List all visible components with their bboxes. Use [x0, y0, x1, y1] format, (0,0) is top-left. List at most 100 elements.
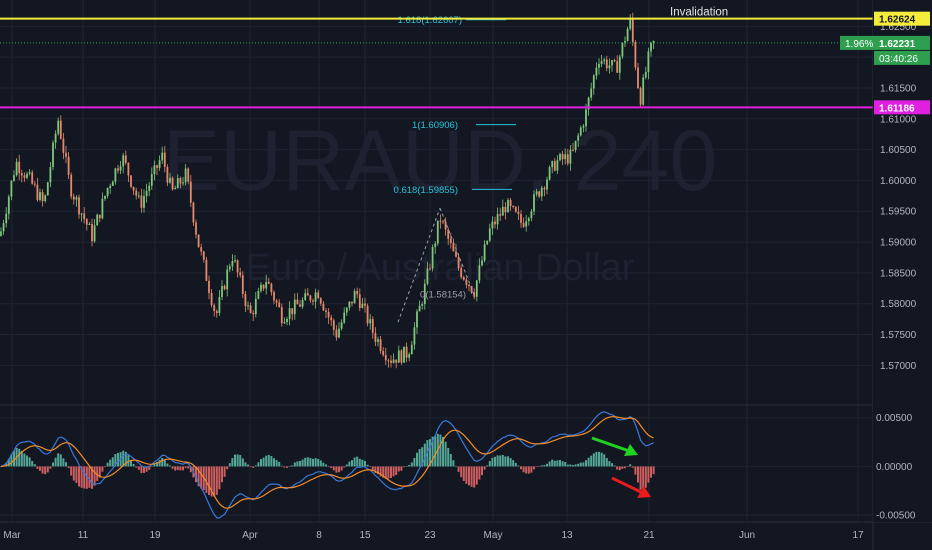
candle-body	[85, 219, 88, 225]
macd-histogram-bar	[605, 458, 608, 467]
candle-body	[564, 154, 567, 160]
candle-body	[124, 155, 127, 163]
candle-body	[2, 223, 5, 232]
macd-histogram-bar	[369, 466, 372, 468]
macd-histogram-bar	[366, 464, 369, 467]
price-tick-label: 1.58500	[880, 268, 917, 279]
candle-body	[132, 186, 135, 191]
candle-body	[119, 166, 122, 171]
candle-body	[41, 192, 44, 202]
candle-body	[322, 303, 325, 311]
macd-histogram-bar	[577, 463, 580, 467]
macd-histogram-bar	[275, 460, 278, 467]
candle-body	[231, 261, 234, 267]
macd-histogram-bar	[312, 458, 314, 467]
macd-histogram-bar	[410, 462, 413, 467]
chart-canvas[interactable]: EURAUD, 240 Euro / Australian Dollar 1.6…	[0, 0, 932, 550]
macd-histogram-bar	[512, 460, 515, 467]
candle-body	[332, 320, 335, 330]
macd-histogram-bar	[371, 466, 374, 470]
macd-histogram-bar	[93, 466, 96, 486]
macd-histogram-bar	[520, 466, 522, 470]
candle-body	[634, 41, 637, 68]
candle-body	[143, 196, 145, 208]
price-tick-label: 1.61500	[880, 83, 917, 94]
macd-histogram-bar	[582, 462, 585, 467]
macd-histogram-bar	[504, 456, 507, 467]
macd-histogram-bar	[600, 452, 603, 467]
macd-histogram-bar	[611, 463, 613, 467]
macd-histogram-bar	[150, 466, 153, 468]
macd-histogram-bar	[330, 466, 333, 469]
candle-body	[486, 240, 489, 245]
candle-body	[80, 213, 83, 215]
candle-body	[426, 268, 429, 284]
candle-body	[150, 174, 153, 186]
candle-body	[299, 304, 301, 307]
candle-body	[93, 225, 96, 242]
candle-body	[384, 355, 387, 361]
candle-body	[148, 185, 151, 191]
candle-body	[501, 206, 504, 216]
candle-body	[174, 188, 177, 190]
candle-body	[535, 191, 538, 195]
candle-body	[205, 259, 208, 281]
macd-histogram-bar	[338, 466, 340, 473]
macd-histogram-bar	[306, 457, 309, 467]
time-tick-label: 23	[424, 530, 436, 541]
macd-histogram-bar	[111, 457, 114, 467]
candle-body	[551, 161, 554, 168]
candle-body	[275, 300, 278, 303]
macd-histogram-bar	[478, 466, 481, 480]
macd-histogram-bar	[137, 466, 140, 470]
macd-histogram-bar	[33, 464, 36, 467]
macd-histogram-bar	[340, 466, 343, 471]
macd-histogram-bar	[140, 466, 143, 474]
macd-histogram-bar	[468, 466, 470, 486]
macd-histogram-bar	[182, 466, 184, 471]
candle-body	[379, 339, 382, 351]
macd-histogram-bar	[618, 466, 621, 471]
macd-histogram-bar	[559, 459, 561, 467]
candle-body	[540, 187, 543, 197]
macd-histogram-bar	[231, 458, 234, 467]
candle-body	[62, 138, 65, 153]
candle-body	[348, 301, 351, 308]
macd-histogram-bar	[400, 466, 403, 471]
candle-body	[273, 292, 275, 301]
candle-body	[327, 311, 330, 318]
candle-body	[517, 211, 520, 215]
candle-body	[270, 283, 273, 293]
macd-histogram-bar	[54, 457, 57, 467]
candle-body	[135, 190, 138, 196]
macd-histogram-bar	[46, 466, 49, 473]
macd-histogram-bar	[390, 466, 392, 479]
candle-body	[33, 183, 36, 185]
candle-body	[608, 65, 611, 69]
candle-body	[101, 198, 104, 219]
candle-body	[413, 327, 416, 345]
macd-histogram-bar	[249, 466, 252, 468]
macd-tick-label: 0.00000	[876, 462, 913, 473]
candle-body	[137, 195, 140, 197]
candle-body	[319, 298, 322, 304]
price-axis-background[interactable]	[873, 0, 932, 522]
time-tick-label: Apr	[242, 530, 258, 541]
macd-histogram-bar	[327, 466, 330, 468]
macd-histogram-bar	[561, 461, 564, 467]
candle-body	[559, 153, 561, 161]
candle-body	[335, 329, 338, 338]
macd-histogram-bar	[509, 458, 512, 467]
time-tick-label: 11	[78, 530, 89, 541]
candle-body	[39, 192, 41, 200]
macd-histogram-bar	[52, 462, 54, 467]
macd-histogram-bar	[353, 457, 356, 467]
macd-histogram-bar	[637, 466, 639, 483]
candle-body	[288, 308, 291, 319]
candle-body	[26, 173, 28, 178]
candle-body	[218, 296, 221, 314]
candle-body	[561, 153, 564, 160]
candle-body	[202, 251, 205, 260]
candle-body	[176, 178, 179, 189]
candle-body	[262, 284, 265, 289]
